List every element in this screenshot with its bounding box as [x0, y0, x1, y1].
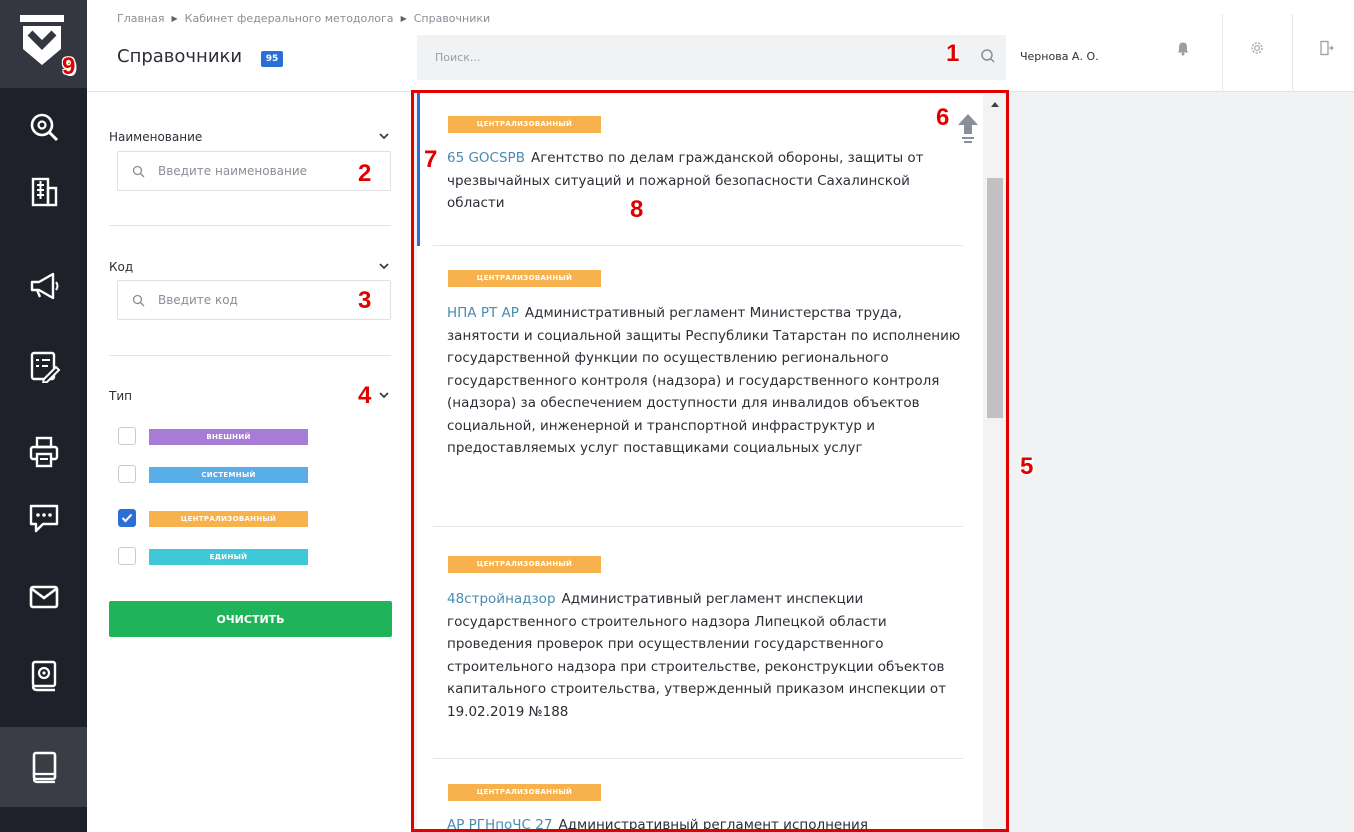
- filter-name-label: Наименование: [109, 130, 203, 144]
- breadcrumb-home[interactable]: Главная: [117, 12, 165, 25]
- scrollbar-thumb[interactable]: [987, 178, 1003, 418]
- top-header: Главная ▶ Кабинет федерального методолога ▶…: [87, 0, 1354, 92]
- breadcrumb: Главная ▶ Кабинет федерального методолога ▶…: [117, 12, 490, 25]
- global-search: [417, 35, 1006, 80]
- type-badge: ЦЕНТРАЛИЗОВАННЫЙ: [448, 270, 601, 287]
- type-badge: ЦЕНТРАЛИЗОВАННЫЙ: [448, 556, 601, 573]
- type-option-external[interactable]: ВНЕШНИЙ: [118, 427, 318, 449]
- mail-icon: [29, 585, 58, 609]
- settings-button[interactable]: [1222, 18, 1292, 78]
- type-option-centralized[interactable]: ЦЕНТРАЛИЗОВАННЫЙ: [118, 509, 318, 531]
- scroll-to-top-icon[interactable]: [956, 112, 980, 144]
- type-badge: ЦЕНТРАЛИЗОВАННЫЙ: [448, 116, 601, 133]
- building-icon: [31, 177, 57, 207]
- current-user[interactable]: Чернова А. О.: [1020, 50, 1099, 63]
- app-logo[interactable]: [0, 0, 87, 88]
- list-item[interactable]: ЦЕНТРАЛИЗОВАННЫЙ 48стройнадзор Администра…: [417, 527, 982, 759]
- clear-filters-button[interactable]: ОЧИСТИТЬ: [109, 601, 392, 637]
- type-chip: ЕДИНЫЙ: [149, 549, 308, 565]
- list-item-text: 48стройнадзор Административный регламент …: [447, 588, 967, 723]
- type-chip: СИСТЕМНЫЙ: [149, 467, 308, 483]
- item-code-link[interactable]: 65 GOCSPB: [447, 150, 525, 166]
- filter-name: Наименование: [109, 130, 391, 192]
- type-chip: ВНЕШНИЙ: [149, 429, 308, 445]
- list-item-text: 65 GOCSPB Агентство по делам гражданской …: [447, 147, 967, 215]
- list-item-text: АР РГНпоЧС 27 Административный регламент …: [447, 814, 967, 832]
- nav-rail: [0, 0, 87, 832]
- search-input[interactable]: [417, 35, 1006, 80]
- rail-announcements[interactable]: [0, 246, 87, 326]
- filter-type-label: Тип: [109, 389, 132, 403]
- type-option-unified[interactable]: ЕДИНЫЙ: [118, 547, 318, 569]
- type-checkbox[interactable]: [118, 465, 136, 483]
- filter-divider: [109, 225, 391, 226]
- search-icon: [132, 165, 145, 178]
- rail-reference-settings[interactable]: [0, 636, 87, 716]
- settings-book-icon: [31, 660, 56, 692]
- type-checkbox[interactable]: [118, 547, 136, 565]
- item-name: Административный регламент исполнения: [558, 817, 868, 832]
- filter-divider: [109, 355, 391, 356]
- type-checkbox[interactable]: [118, 427, 136, 445]
- item-name: Административный регламент Министерства …: [447, 305, 961, 456]
- notifications-button[interactable]: [1153, 18, 1213, 78]
- rail-checklists[interactable]: [0, 326, 87, 406]
- search-icon: [132, 294, 145, 307]
- type-chip: ЦЕНТРАЛИЗОВАННЫЙ: [149, 511, 308, 527]
- list-item[interactable]: ЦЕНТРАЛИЗОВАННЫЙ АР РГНпоЧС 27 Администра…: [417, 759, 982, 832]
- chevron-down-icon[interactable]: [379, 391, 389, 399]
- item-code-link[interactable]: НПА РТ АР: [447, 305, 519, 321]
- rail-messages[interactable]: [0, 478, 87, 558]
- search-icon[interactable]: [980, 48, 996, 64]
- breadcrumb-separator-icon: ▶: [171, 14, 178, 23]
- scroll-up-icon[interactable]: [989, 100, 1001, 108]
- filter-type: Тип: [109, 389, 391, 409]
- type-option-system[interactable]: СИСТЕМНЫЙ: [118, 465, 318, 487]
- checkmark-icon: [121, 513, 133, 523]
- filter-code: Код: [109, 260, 391, 322]
- rail-reference-books[interactable]: [0, 727, 87, 807]
- bell-icon: [1177, 42, 1189, 56]
- megaphone-icon: [30, 272, 58, 300]
- filters-panel: Наименование Код Тип ВНЕШНИЙ СИСТЕМНЫЙ Ц…: [87, 92, 411, 832]
- breadcrumb-cabinet[interactable]: Кабинет федерального методолога: [185, 12, 394, 25]
- logo-icon: [20, 15, 64, 65]
- count-badge: 95: [261, 51, 283, 67]
- chat-icon: [29, 504, 58, 533]
- list-item-text: НПА РТ АР Административный регламент Мини…: [447, 302, 967, 460]
- filter-code-label: Код: [109, 260, 134, 274]
- type-checkbox[interactable]: [118, 509, 136, 527]
- printer-icon: [29, 436, 58, 468]
- logout-icon: [1320, 40, 1334, 56]
- type-badge: ЦЕНТРАЛИЗОВАННЫЙ: [448, 784, 601, 801]
- gear-icon: [1251, 42, 1263, 54]
- rail-mail[interactable]: [0, 557, 87, 637]
- item-code-link[interactable]: 48стройнадзор: [447, 591, 556, 607]
- logout-button[interactable]: [1292, 18, 1354, 78]
- annotation-marker: 5: [1020, 453, 1034, 480]
- item-name: Административный регламент инспекции гос…: [447, 591, 947, 720]
- list-item[interactable]: ЦЕНТРАЛИЗОВАННЫЙ 65 GOCSPB Агентство по д…: [417, 92, 982, 246]
- search-icon: [30, 113, 58, 142]
- chevron-down-icon[interactable]: [379, 132, 389, 140]
- name-input[interactable]: [118, 152, 390, 190]
- book-icon: [32, 751, 56, 784]
- checklist-icon: [30, 351, 60, 383]
- page-title: Справочники: [117, 46, 243, 67]
- rail-organizations[interactable]: [0, 152, 87, 232]
- chevron-down-icon[interactable]: [379, 262, 389, 270]
- code-input[interactable]: [118, 281, 390, 319]
- breadcrumb-separator-icon: ▶: [400, 14, 407, 23]
- item-code-link[interactable]: АР РГНпоЧС 27: [447, 817, 552, 832]
- reference-list: ЦЕНТРАЛИЗОВАННЫЙ 65 GOCSPB Агентство по д…: [417, 92, 1007, 832]
- breadcrumb-current: Справочники: [413, 12, 491, 25]
- list-item[interactable]: ЦЕНТРАЛИЗОВАННЫЙ НПА РТ АР Административн…: [417, 246, 982, 527]
- filter-name-field: [117, 151, 391, 191]
- filter-code-field: [117, 280, 391, 320]
